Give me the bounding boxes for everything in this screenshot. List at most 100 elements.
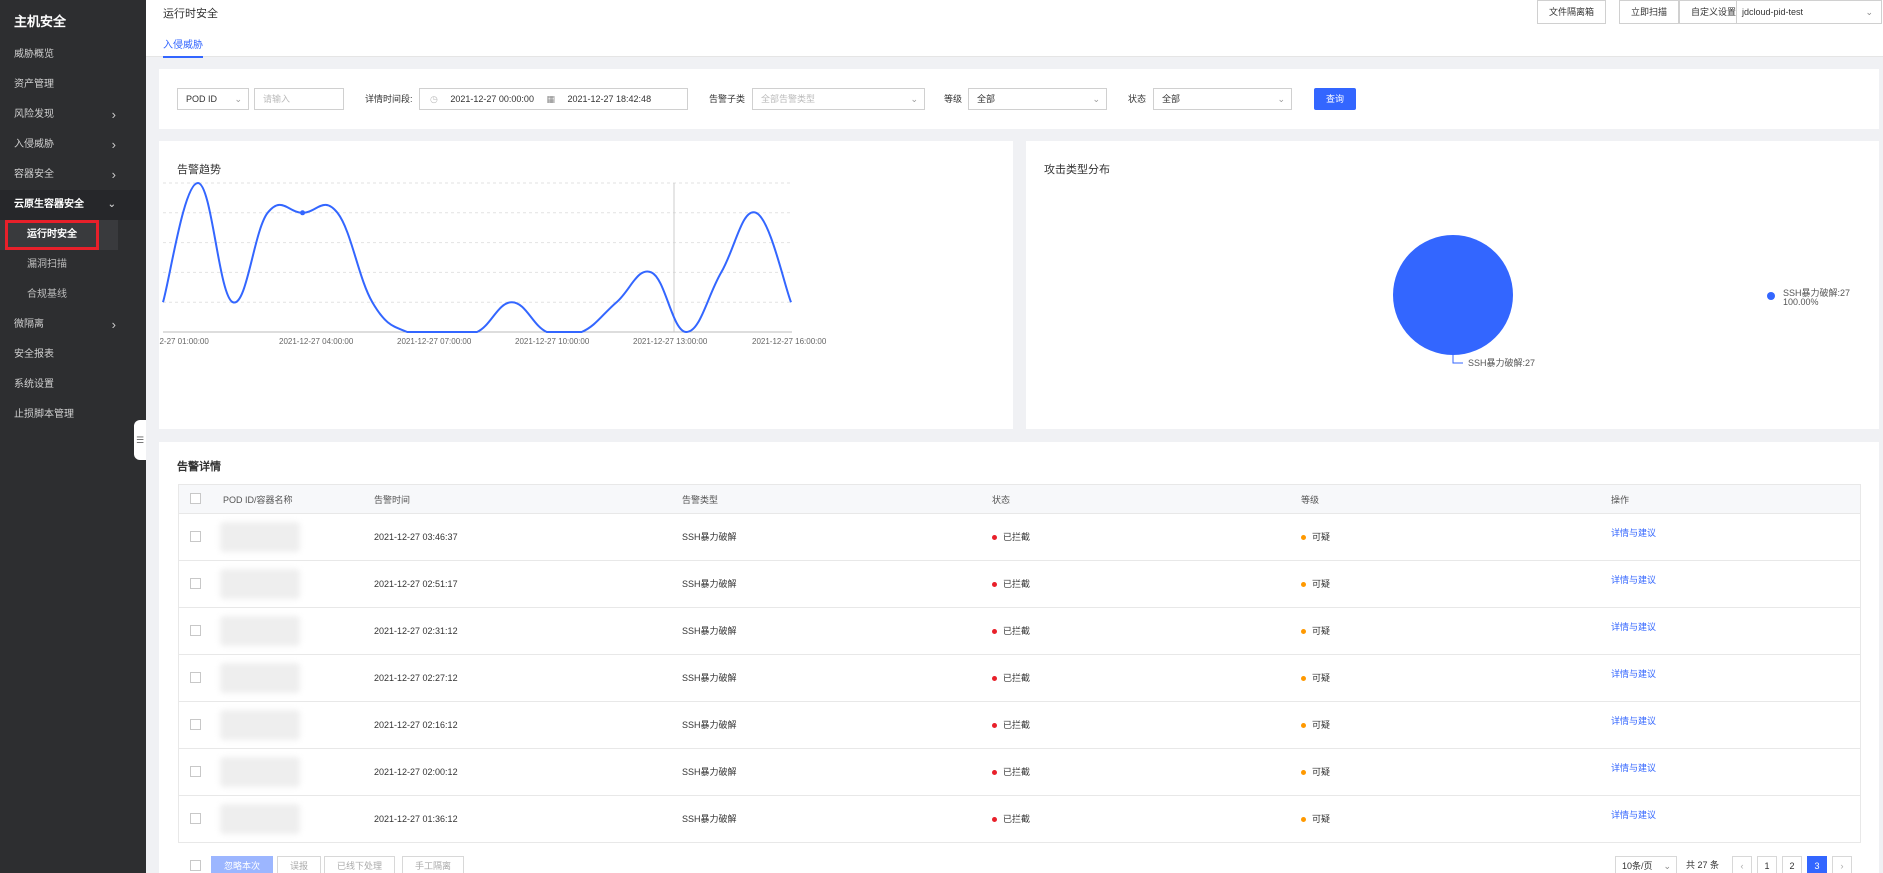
row-checkbox[interactable]: [190, 813, 201, 824]
table-row: 2021-12-27 02:00:12 SSH暴力破解 已拦截 可疑 详情与建议: [178, 749, 1861, 796]
page-2-button[interactable]: 2: [1782, 856, 1802, 873]
sidebar-item-micro-isolation[interactable]: 微隔离 ›: [0, 310, 146, 340]
legend-dot: [1767, 292, 1775, 300]
sidebar-item-threat-overview[interactable]: 威胁概览: [0, 40, 146, 70]
page-1-button[interactable]: 1: [1757, 856, 1777, 873]
row-checkbox[interactable]: [190, 578, 201, 589]
x-tick-label: 2021-12-27 10:00:00: [515, 337, 590, 346]
status-select[interactable]: 全部 ⌄: [1153, 88, 1292, 110]
active-item-highlight: [5, 220, 99, 250]
details-advice-link[interactable]: 详情与建议: [1611, 749, 1656, 787]
sidebar-item-compliance-baseline[interactable]: 合规基线: [0, 280, 118, 310]
time-range-picker[interactable]: ◷ 2021-12-27 00:00:00 ▦ 2021-12-27 18:42…: [419, 88, 688, 110]
table-row: 2021-12-27 02:31:12 SSH暴力破解 已拦截 可疑 详情与建议: [178, 608, 1861, 655]
clock-icon: ◷: [430, 94, 438, 104]
status-dot: [992, 535, 997, 541]
status-select-value: 全部: [1162, 94, 1181, 104]
sidebar-item-system-settings[interactable]: 系统设置: [0, 370, 146, 400]
false-positive-button[interactable]: 误报: [277, 856, 322, 873]
details-advice-link[interactable]: 详情与建议: [1611, 514, 1656, 552]
sidebar-item-container-security[interactable]: 容器安全 ›: [0, 160, 146, 190]
prev-page-button[interactable]: ‹: [1732, 856, 1752, 873]
sidebar-item-intrusion-threat[interactable]: 入侵威胁 ›: [0, 130, 146, 160]
page-size-value: 10条/页: [1622, 861, 1653, 871]
details-advice-link[interactable]: 详情与建议: [1611, 561, 1656, 599]
query-button[interactable]: 查询: [1314, 88, 1357, 110]
sidebar-item-label: 微隔离: [14, 319, 44, 330]
sidebar-item-stoploss-script[interactable]: 止损脚本管理: [0, 400, 146, 430]
alert-status: 已拦截: [992, 702, 1030, 749]
column-header-type: 告警类型: [682, 495, 719, 505]
row-checkbox[interactable]: [190, 672, 201, 683]
row-checkbox[interactable]: [190, 719, 201, 730]
level-text: 可疑: [1312, 720, 1331, 730]
row-checkbox[interactable]: [190, 531, 201, 542]
details-advice-link[interactable]: 详情与建议: [1611, 655, 1656, 693]
pod-id-input[interactable]: 请输入: [254, 88, 344, 110]
x-tick-label: 12-27 01:00:00: [159, 337, 209, 346]
status-text: 已拦截: [1003, 579, 1031, 589]
sidebar-item-label: 威胁概览: [14, 49, 54, 60]
sidebar-item-asset-management[interactable]: 资产管理: [0, 70, 146, 100]
level-dot: [1301, 723, 1306, 729]
status-text: 已拦截: [1003, 814, 1031, 824]
row-checkbox[interactable]: [190, 625, 201, 636]
level-dot: [1301, 535, 1306, 541]
alert-details-panel: 告警详情 POD ID/容器名称 告警时间 告警类型 状态 等级 操作 2021…: [159, 442, 1879, 873]
details-advice-link[interactable]: 详情与建议: [1611, 608, 1656, 646]
level-select[interactable]: 全部 ⌄: [968, 88, 1107, 110]
sidebar-item-vuln-scan[interactable]: 漏洞扫描: [0, 250, 118, 280]
trend-data-point[interactable]: [300, 210, 306, 216]
bulk-select-checkbox[interactable]: [190, 860, 201, 871]
pod-id-redacted: [220, 757, 300, 787]
level-dot: [1301, 582, 1306, 588]
sidebar-collapse-handle[interactable]: ☰: [134, 420, 146, 460]
pie-slice-ssh[interactable]: [1393, 235, 1513, 355]
chevron-down-icon: ⌄: [234, 94, 242, 104]
details-advice-link[interactable]: 详情与建议: [1611, 796, 1656, 834]
column-header-pod: POD ID/容器名称: [223, 495, 293, 505]
time-range-end: 2021-12-27 18:42:48: [567, 94, 652, 104]
y-tick-label: 1: [159, 298, 160, 307]
alert-details-title: 告警详情: [177, 461, 221, 473]
next-page-button[interactable]: ›: [1832, 856, 1852, 873]
select-all-checkbox[interactable]: [190, 493, 201, 504]
alert-time: 2021-12-27 02:00:12: [374, 767, 458, 777]
tab-intrusion-threat[interactable]: 入侵威胁: [163, 36, 203, 58]
alert-type: SSH暴力破解: [682, 626, 737, 636]
row-checkbox[interactable]: [190, 766, 201, 777]
handled-offline-button[interactable]: 已线下处理: [324, 856, 396, 873]
chevron-down-icon: ⌄: [107, 199, 116, 210]
ignore-once-button[interactable]: 忽略本次: [211, 856, 274, 873]
level-dot: [1301, 629, 1306, 635]
details-advice-link[interactable]: 详情与建议: [1611, 702, 1656, 740]
sidebar-item-security-report[interactable]: 安全报表: [0, 340, 146, 370]
alert-type: SSH暴力破解: [682, 532, 737, 542]
file-isolation-button[interactable]: 文件隔离箱: [1537, 0, 1607, 24]
chevron-down-icon: ⌄: [1663, 861, 1671, 871]
alert-level: 可疑: [1301, 749, 1330, 796]
pie-slice-label: SSH暴力破解:27: [1468, 357, 1535, 368]
status-text: 已拦截: [1003, 626, 1031, 636]
sidebar-item-label: 云原生容器安全: [14, 199, 84, 210]
sidebar-item-cloud-native-container-security[interactable]: 云原生容器安全 ⌄: [0, 190, 146, 220]
pod-id-select-value: POD ID: [186, 94, 218, 104]
total-count: 共 27 条: [1686, 860, 1720, 870]
chevron-right-icon: ›: [111, 317, 116, 332]
page-size-select[interactable]: 10条/页 ⌄: [1615, 856, 1677, 873]
alert-subtype-select[interactable]: 全部告警类型 ⌄: [752, 88, 925, 110]
scan-now-button[interactable]: 立即扫描: [1619, 0, 1680, 24]
alert-status: 已拦截: [992, 796, 1030, 843]
page-3-button[interactable]: 3: [1807, 856, 1827, 873]
project-select[interactable]: jdcloud-pid-test ⌄: [1736, 0, 1882, 24]
sidebar-item-label: 漏洞扫描: [27, 259, 67, 270]
alert-level: 可疑: [1301, 561, 1330, 608]
calendar-icon: ▦: [546, 94, 555, 104]
sidebar: 主机安全 威胁概览 资产管理 风险发现 › 入侵威胁 › 容器安全 › 云原生容器安全…: [0, 0, 146, 873]
alert-level: 可疑: [1301, 514, 1330, 561]
manual-isolate-button[interactable]: 手工隔离: [402, 856, 465, 873]
alert-type: SSH暴力破解: [682, 814, 737, 824]
alert-status: 已拦截: [992, 655, 1030, 702]
sidebar-item-risk-discovery[interactable]: 风险发现 ›: [0, 100, 146, 130]
pod-id-select[interactable]: POD ID ⌄: [177, 88, 249, 110]
